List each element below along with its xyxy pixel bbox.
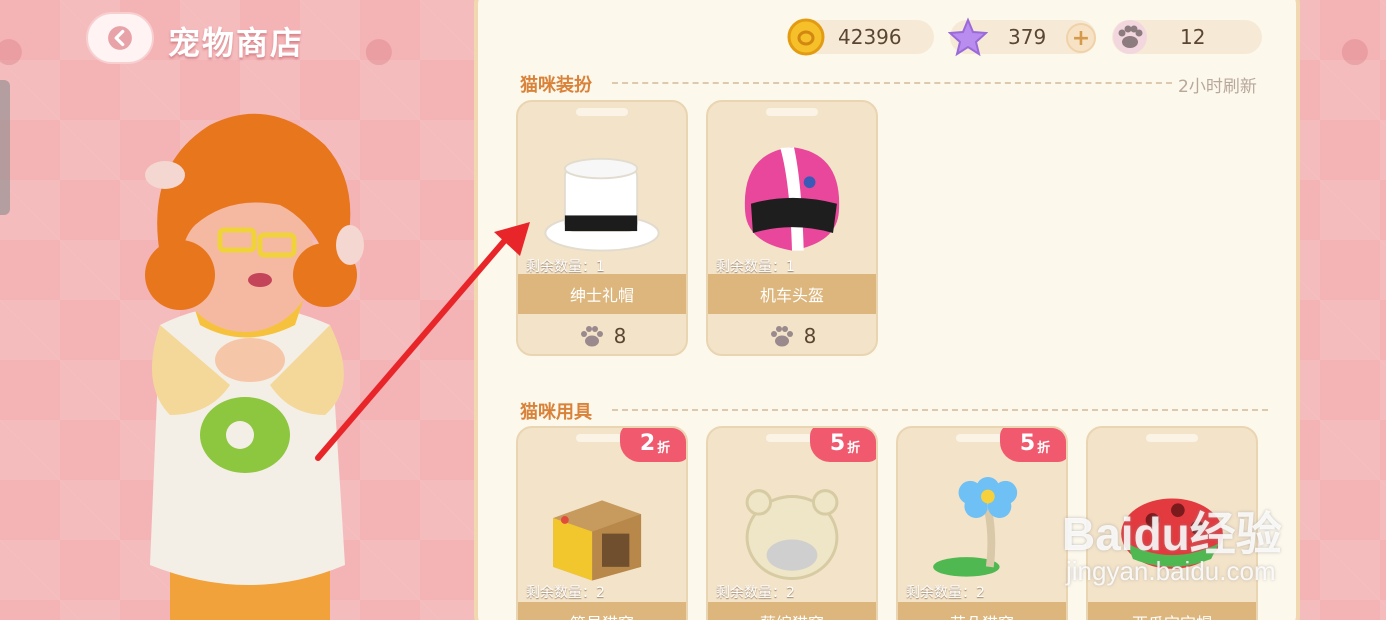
discount-unit: 折	[847, 440, 861, 456]
stock-count: 剩余数量：2	[716, 585, 795, 601]
box-cat-bed-icon	[553, 500, 642, 581]
section-title-cat-outfits: 猫咪装扮	[520, 75, 592, 96]
avatar-character	[145, 113, 364, 620]
discount-badge: 2 折	[620, 428, 686, 462]
item-name: 简易猫窝	[518, 602, 686, 620]
shop-item-card[interactable]: 剩余数量：1 机车头盔 8	[706, 100, 878, 356]
price-tag: 8	[518, 314, 686, 354]
star-icon	[948, 17, 988, 57]
coin-amount: 42396	[838, 25, 902, 49]
discount-badge: 5 折	[1000, 428, 1066, 462]
price-tag: 8	[708, 314, 876, 354]
item-name: 绅士礼帽	[518, 274, 686, 314]
refresh-timer: 2小时刷新	[1178, 77, 1257, 97]
section-divider	[612, 82, 1172, 84]
back-button[interactable]	[86, 12, 154, 64]
paw-pattern-icon: ●	[1340, 30, 1370, 70]
discount-unit: 折	[657, 440, 671, 456]
paw-icon	[770, 326, 793, 347]
coin-counter: 42396	[787, 18, 934, 56]
rattan-cat-bed-icon	[745, 489, 839, 581]
coin-icon	[787, 18, 825, 56]
shop-item-card[interactable]: 5 折 剩余数量：2 花朵猫窝	[896, 426, 1068, 620]
top-hat-icon	[544, 157, 660, 252]
shop-item-card[interactable]: 5 折 剩余数量：2 藤编猫窝	[706, 426, 878, 620]
price-value: 8	[803, 324, 817, 348]
discount-badge: 5 折	[810, 428, 876, 462]
discount-value: 5	[829, 430, 846, 456]
item-name: 机车头盔	[708, 274, 876, 314]
item-name: 花朵猫窝	[898, 602, 1066, 620]
stock-count: 剩余数量：1	[526, 259, 605, 275]
stock-count: 剩余数量：2	[526, 585, 605, 601]
add-currency-button[interactable]: +	[1066, 23, 1096, 53]
item-name: 西瓜宝宝帽	[1088, 602, 1256, 620]
shop-item-card[interactable]: 剩余数量：1 绅士礼帽 8	[516, 100, 688, 356]
plus-icon: +	[1071, 25, 1091, 51]
watermark-logo: Baidu经验	[1062, 508, 1282, 560]
discount-value: 5	[1019, 430, 1036, 456]
paw-counter: 12	[1112, 20, 1262, 54]
discount-value: 2	[639, 430, 656, 456]
price-value: 8	[613, 324, 627, 348]
chevron-left-icon	[108, 26, 132, 50]
paw-amount: 12	[1180, 25, 1206, 49]
stock-count: 剩余数量：2	[906, 585, 985, 601]
paw-icon	[1113, 20, 1147, 54]
watermark-url: jingyan.baidu.com	[1066, 556, 1276, 586]
paw-pattern-icon: ●	[0, 30, 24, 70]
shop-item-card[interactable]: 2 折 剩余数量：2 简易猫窝	[516, 426, 688, 620]
motorcycle-helmet-icon	[744, 147, 840, 251]
side-drawer-handle[interactable]	[0, 80, 10, 215]
card-clip	[766, 108, 818, 116]
section-divider	[612, 409, 1268, 411]
paw-pattern-icon: ●	[364, 30, 394, 70]
card-clip	[576, 108, 628, 116]
card-clip	[1146, 434, 1198, 442]
stock-count: 剩余数量：1	[716, 259, 795, 275]
paw-icon	[580, 326, 603, 347]
page-title: 宠物商店	[168, 24, 305, 62]
item-name: 藤编猫窝	[708, 602, 876, 620]
discount-unit: 折	[1037, 440, 1051, 456]
flower-cat-tree-icon	[933, 476, 1018, 577]
section-title-cat-supplies: 猫咪用具	[520, 402, 592, 423]
